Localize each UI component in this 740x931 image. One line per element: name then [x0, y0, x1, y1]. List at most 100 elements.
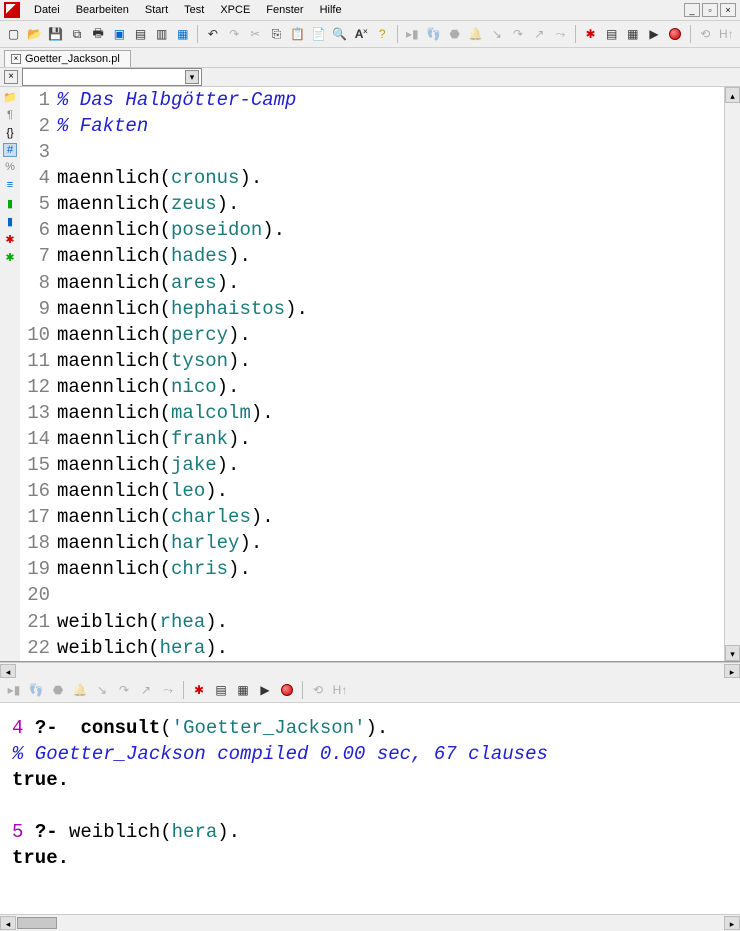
- spy-icon[interactable]: 🔔: [70, 680, 90, 700]
- code-line[interactable]: maennlich(leo).: [56, 478, 724, 504]
- code-line[interactable]: maennlich(hephaistos).: [56, 296, 724, 322]
- trace-icon[interactable]: 👣: [26, 680, 46, 700]
- code-line[interactable]: % Das Halbgötter-Camp: [56, 87, 724, 113]
- code-line[interactable]: maennlich(chris).: [56, 556, 724, 582]
- save-icon[interactable]: 💾: [46, 24, 65, 44]
- hash-icon[interactable]: #: [3, 143, 17, 157]
- file-tab[interactable]: × Goetter_Jackson.pl: [4, 50, 131, 67]
- list2-icon[interactable]: ▦: [623, 24, 642, 44]
- braces-icon[interactable]: {}: [2, 125, 18, 141]
- step-out-icon[interactable]: ↗: [136, 680, 156, 700]
- record-icon[interactable]: [666, 24, 685, 44]
- navigator-close-icon[interactable]: ×: [4, 70, 18, 84]
- code-line[interactable]: maennlich(ares).: [56, 270, 724, 296]
- code-line[interactable]: [56, 139, 724, 165]
- list1-icon[interactable]: ▤: [211, 680, 231, 700]
- compile-icon[interactable]: ▸▮: [403, 24, 422, 44]
- paste-icon[interactable]: 📋: [288, 24, 307, 44]
- run-icon[interactable]: ▶: [644, 24, 663, 44]
- code-line[interactable]: maennlich(hades).: [56, 243, 724, 269]
- code-line[interactable]: maennlich(malcolm).: [56, 400, 724, 426]
- code-line[interactable]: maennlich(charles).: [56, 504, 724, 530]
- step-over-icon[interactable]: ↷: [509, 24, 528, 44]
- list1-icon[interactable]: ▤: [602, 24, 621, 44]
- code-line[interactable]: weiblich(rhea).: [56, 609, 724, 635]
- help-icon[interactable]: ?: [373, 24, 392, 44]
- new-file-icon[interactable]: ▢: [4, 24, 23, 44]
- font-icon[interactable]: A˟: [351, 24, 370, 44]
- step-in-icon[interactable]: ↘: [92, 680, 112, 700]
- console-output[interactable]: 4 ?- consult('Goetter_Jackson'). % Goett…: [0, 703, 740, 914]
- stop-icon[interactable]: ⬣: [445, 24, 464, 44]
- bug-icon[interactable]: ✱: [2, 231, 18, 247]
- menu-hilfe[interactable]: Hilfe: [312, 2, 350, 18]
- navigator-dropdown[interactable]: ▾: [22, 68, 202, 86]
- code-line[interactable]: maennlich(harley).: [56, 530, 724, 556]
- scroll-thumb[interactable]: [17, 917, 57, 929]
- paragraph-icon[interactable]: ¶: [2, 107, 18, 123]
- scroll-right-icon[interactable]: ▸: [724, 664, 740, 678]
- code-line[interactable]: maennlich(tyson).: [56, 348, 724, 374]
- undo-icon[interactable]: ↶: [203, 24, 222, 44]
- stop-icon[interactable]: ⬣: [48, 680, 68, 700]
- trace-icon[interactable]: 👣: [424, 24, 443, 44]
- cut-icon[interactable]: ✂: [246, 24, 265, 44]
- bug2-icon[interactable]: ✱: [2, 249, 18, 265]
- run-icon[interactable]: ▶: [255, 680, 275, 700]
- redo-icon[interactable]: ↷: [225, 24, 244, 44]
- vertical-scrollbar[interactable]: ▴ ▾: [724, 87, 740, 661]
- code-line[interactable]: % Fakten: [56, 113, 724, 139]
- minimize-button[interactable]: _: [684, 3, 700, 17]
- code-line[interactable]: maennlich(poseidon).: [56, 217, 724, 243]
- code-line[interactable]: weiblich(hera).: [56, 635, 724, 661]
- scroll-left-icon[interactable]: ◂: [0, 664, 16, 678]
- open-file-icon[interactable]: 📂: [25, 24, 44, 44]
- find-icon[interactable]: 🔍: [330, 24, 349, 44]
- skip-icon[interactable]: ⤳: [551, 24, 570, 44]
- list-icon[interactable]: ≡: [2, 177, 18, 193]
- menu-fenster[interactable]: Fenster: [258, 2, 311, 18]
- scroll-down-icon[interactable]: ▾: [725, 645, 740, 661]
- hi-icon[interactable]: H↑: [717, 24, 736, 44]
- menu-bearbeiten[interactable]: Bearbeiten: [68, 2, 137, 18]
- step-out-icon[interactable]: ↗: [530, 24, 549, 44]
- spy-icon[interactable]: 🔔: [466, 24, 485, 44]
- scroll-up-icon[interactable]: ▴: [725, 87, 740, 103]
- code-line[interactable]: maennlich(frank).: [56, 426, 724, 452]
- back-icon[interactable]: ⟲: [308, 680, 328, 700]
- fullscreen-icon[interactable]: ▦: [173, 24, 192, 44]
- code-line[interactable]: maennlich(percy).: [56, 322, 724, 348]
- percent-icon[interactable]: %: [2, 159, 18, 175]
- list2-icon[interactable]: ▦: [233, 680, 253, 700]
- print-icon[interactable]: 🖶: [89, 24, 108, 44]
- code-line[interactable]: [56, 582, 724, 608]
- save-all-icon[interactable]: ⧉: [67, 24, 86, 44]
- dropdown-arrow-icon[interactable]: ▾: [185, 70, 199, 84]
- step-over-icon[interactable]: ↷: [114, 680, 134, 700]
- compile-icon[interactable]: ▸▮: [4, 680, 24, 700]
- code-line[interactable]: maennlich(cronus).: [56, 165, 724, 191]
- back-icon[interactable]: ⟲: [696, 24, 715, 44]
- code-editor[interactable]: 1% Das Halbgötter-Camp2% Fakten3 4maennl…: [20, 87, 740, 661]
- db2-icon[interactable]: ▮: [2, 213, 18, 229]
- bug-icon[interactable]: ✱: [189, 680, 209, 700]
- split-h-icon[interactable]: ▤: [131, 24, 150, 44]
- code-line[interactable]: maennlich(jake).: [56, 452, 724, 478]
- maximize-button[interactable]: ▫: [702, 3, 718, 17]
- db1-icon[interactable]: ▮: [2, 195, 18, 211]
- folder-icon[interactable]: 📁: [2, 89, 18, 105]
- bug-icon[interactable]: ✱: [581, 24, 600, 44]
- hi-icon[interactable]: H↑: [330, 680, 350, 700]
- record-icon[interactable]: [277, 680, 297, 700]
- horizontal-scrollbar[interactable]: ◂ ▸: [0, 662, 740, 678]
- menu-start[interactable]: Start: [137, 2, 176, 18]
- scroll-left-icon[interactable]: ◂: [0, 916, 16, 930]
- scroll-right-icon[interactable]: ▸: [724, 916, 740, 930]
- menu-test[interactable]: Test: [176, 2, 212, 18]
- console-horizontal-scrollbar[interactable]: ◂ ▸: [0, 914, 740, 930]
- step-in-icon[interactable]: ↘: [487, 24, 506, 44]
- code-line[interactable]: maennlich(nico).: [56, 374, 724, 400]
- tab-close-icon[interactable]: ×: [11, 54, 21, 64]
- paste2-icon[interactable]: 📄: [309, 24, 328, 44]
- close-button[interactable]: ×: [720, 3, 736, 17]
